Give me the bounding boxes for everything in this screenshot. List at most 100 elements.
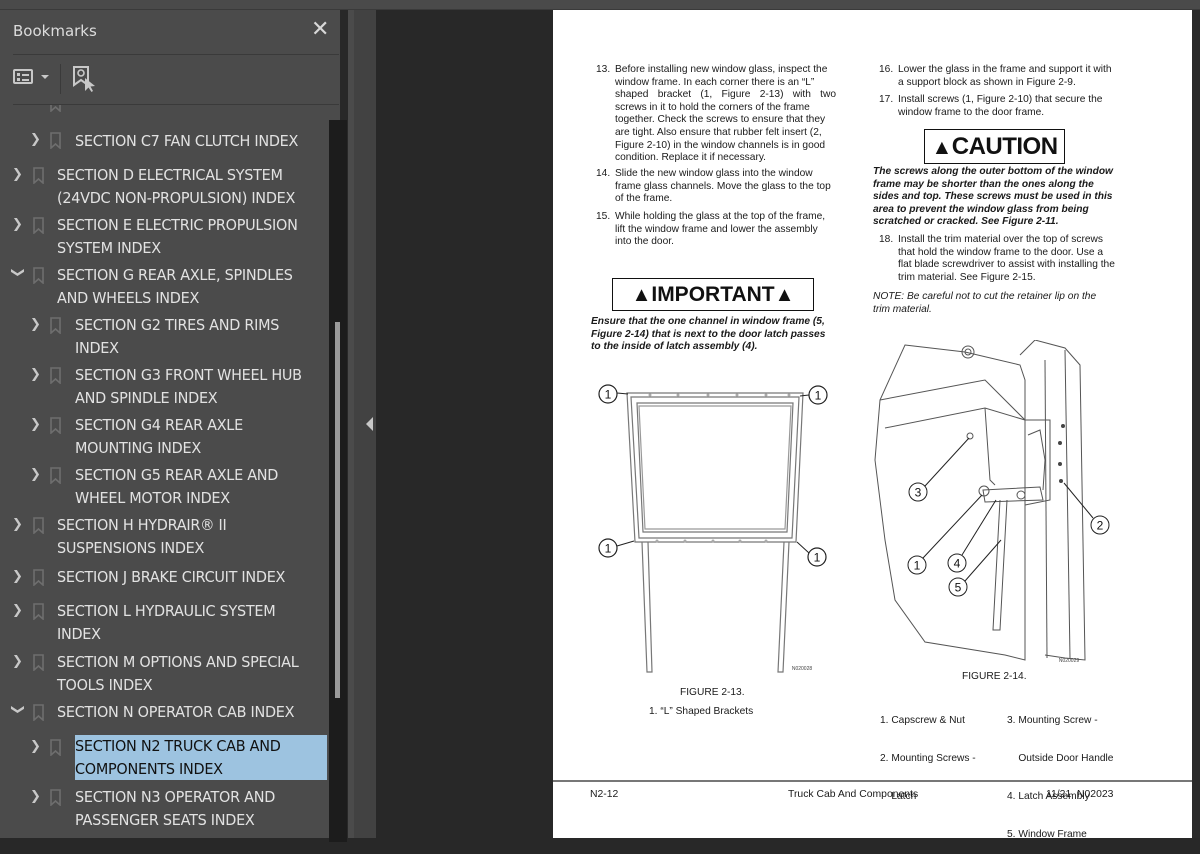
bookmark-icon (50, 467, 61, 484)
bookmark-icon (33, 217, 44, 234)
bookmark-label: SECTION N OPERATOR CAB INDEX (57, 703, 295, 721)
bookmark-icon (33, 517, 44, 534)
figure-id: N020029 (1059, 658, 1080, 664)
step-text: Lower the glass in the frame and support… (898, 64, 1112, 88)
svg-text:4: 4 (954, 557, 961, 571)
bookmark-label: SECTION E ELECTRIC PROPULSION SYSTEM INDE… (57, 216, 298, 257)
bookmark-label: SECTION G3 FRONT WHEEL HUB AND SPINDLE IN… (75, 366, 302, 407)
chevron-right-icon[interactable]: ❯ (30, 740, 44, 754)
step-number: 16. (879, 64, 894, 75)
step-number: 17. (879, 94, 894, 105)
bookmark-label: SECTION J BRAKE CIRCUIT INDEX (57, 568, 286, 586)
panel-splitter[interactable] (348, 10, 376, 838)
bookmark-item-g5[interactable]: ❯ SECTION G5 REAR AXLE AND WHEEL MOTOR IN… (0, 463, 330, 509)
bookmark-label: SECTION L HYDRAULIC SYSTEM INDEX (57, 602, 276, 643)
bookmark-item-g2[interactable]: ❯ SECTION G2 TIRES AND RIMS INDEX (0, 313, 330, 359)
chevron-right-icon[interactable]: ❯ (30, 318, 44, 332)
bookmark-label: SECTION G5 REAR AXLE AND WHEEL MOTOR INDE… (75, 466, 279, 507)
step-text: Install the trim material over the top o… (898, 234, 1115, 283)
bookmark-label: SECTION G REAR AXLE, SPINDLES AND WHEELS … (57, 266, 293, 307)
bookmarks-scrollbar-thumb[interactable] (335, 322, 340, 698)
figure-2-13-legend: 1. “L” Shaped Brackets (649, 706, 754, 717)
bookmark-item-h[interactable]: ❯ SECTION H HYDRAIR® II SUSPENSIONS INDEX (0, 513, 330, 559)
chevron-right-icon[interactable]: ❯ (30, 468, 44, 482)
chevron-right-icon[interactable]: ❯ (12, 655, 26, 669)
step-number: 18. (879, 234, 894, 245)
chevron-right-icon[interactable]: ❯ (30, 133, 44, 147)
step-number: 14. (596, 168, 611, 179)
bookmark-item-n[interactable]: ❯ SECTION N OPERATOR CAB INDEX (0, 700, 330, 726)
figure-2-14-legend-right: 3. Mounting Screw - Outside Door Handle … (1007, 715, 1114, 840)
bookmark-item-g[interactable]: ❯ SECTION G REAR AXLE, SPINDLES AND WHEEL… (0, 263, 330, 309)
caution-callout: ▲CAUTION (924, 129, 1065, 164)
bookmark-icon (50, 739, 61, 756)
bookmark-options-button[interactable] (13, 67, 53, 91)
chevron-right-icon[interactable]: ❯ (30, 418, 44, 432)
bookmark-tree: ❯ SECTION C7 FAN CLUTCH INDEX ❯ SECTION … (0, 105, 330, 838)
chevron-right-icon[interactable]: ❯ (12, 218, 26, 232)
svg-text:2: 2 (1097, 519, 1104, 533)
figure-2-13-caption: FIGURE 2-13. (680, 687, 745, 698)
step-text: Install screws (1, Figure 2-10) that sec… (898, 94, 1103, 118)
chevron-down-icon (41, 75, 49, 79)
chevron-right-icon[interactable]: ❯ (30, 790, 44, 804)
callout-1: 1 (796, 541, 827, 567)
svg-text:3: 3 (915, 486, 922, 500)
toolbar-divider (60, 64, 61, 94)
callout-4: 4 (947, 499, 997, 573)
divider (13, 54, 339, 55)
chevron-right-icon[interactable]: ❯ (12, 570, 26, 584)
chevron-down-icon[interactable]: ❯ (10, 704, 25, 718)
close-icon[interactable]: ✕ (311, 19, 329, 41)
bookmark-item-n3[interactable]: ❯ SECTION N3 OPERATOR AND PASSENGER SEATS… (0, 785, 330, 831)
chevron-right-icon[interactable]: ❯ (30, 368, 44, 382)
svg-text:1: 1 (605, 542, 612, 556)
top-toolbar-strip (0, 0, 1200, 10)
bookmark-label: SECTION G4 REAR AXLE MOUNTING INDEX (75, 416, 243, 457)
step-number: 15. (596, 211, 611, 222)
svg-text:5: 5 (955, 581, 962, 595)
bookmark-item-partial[interactable] (0, 105, 330, 113)
bookmark-icon (33, 603, 44, 620)
triangle-left-icon[interactable] (366, 417, 373, 431)
bookmarks-scrollbar[interactable] (329, 120, 347, 842)
bookmark-item-e[interactable]: ❯ SECTION E ELECTRIC PROPULSION SYSTEM IN… (0, 213, 330, 259)
bookmark-item-g4[interactable]: ❯ SECTION G4 REAR AXLE MOUNTING INDEX (0, 413, 330, 459)
footer-section-title: Truck Cab And Components (788, 789, 919, 800)
bookmark-icon (33, 267, 44, 284)
callout-2: 2 (1063, 482, 1110, 535)
bookmark-label-selected: SECTION N2 TRUCK CAB AND COMPONENTS INDEX (75, 735, 328, 780)
callout-3: 3 (908, 437, 970, 502)
figure-2-14-caption: FIGURE 2-14. (962, 671, 1027, 682)
chevron-down-icon[interactable]: ❯ (10, 267, 25, 281)
figure-id: N020028 (792, 666, 813, 672)
chevron-right-icon[interactable]: ❯ (12, 168, 26, 182)
callout-1: 1 (799, 385, 828, 405)
bookmark-item-l[interactable]: ❯ SECTION L HYDRAULIC SYSTEM INDEX (0, 599, 330, 645)
bookmark-label: SECTION N3 OPERATOR AND PASSENGER SEATS I… (75, 788, 276, 829)
bookmark-item-n2-selected[interactable]: ❯ SECTION N2 TRUCK CAB AND COMPONENTS IND… (0, 735, 330, 781)
bookmark-item-m[interactable]: ❯ SECTION M OPTIONS AND SPECIAL TOOLS IND… (0, 650, 330, 696)
find-current-bookmark-icon (73, 66, 95, 92)
warning-triangle-icon: ▲ (931, 136, 952, 159)
svg-text:1: 1 (914, 559, 921, 573)
bookmark-item-g3[interactable]: ❯ SECTION G3 FRONT WHEEL HUB AND SPINDLE … (0, 363, 330, 409)
bookmark-item-j[interactable]: ❯ SECTION J BRAKE CIRCUIT INDEX (0, 565, 330, 591)
viewer-edge (1192, 10, 1200, 838)
important-callout: ▲IMPORTANT▲ (612, 278, 814, 311)
step-text: While holding the glass at the top of th… (615, 211, 826, 248)
svg-text:1: 1 (815, 389, 822, 403)
footer-page-number: N2-12 (590, 789, 619, 800)
bookmark-icon (33, 704, 44, 721)
chevron-right-icon[interactable]: ❯ (12, 518, 26, 532)
bookmark-label: SECTION D ELECTRICAL SYSTEM (24VDC NON-PR… (57, 166, 296, 207)
bookmark-icon (50, 132, 61, 149)
bookmark-icon (50, 367, 61, 384)
bookmark-label: SECTION H HYDRAIR® II SUSPENSIONS INDEX (57, 516, 227, 557)
bookmark-item-d[interactable]: ❯ SECTION D ELECTRICAL SYSTEM (24VDC NON-… (0, 163, 330, 209)
find-current-bookmark-button[interactable] (72, 65, 98, 93)
chevron-right-icon[interactable]: ❯ (12, 604, 26, 618)
bookmarks-panel: Bookmarks ✕ ❯ SECTION C7 FAN CLUTCH INDE… (0, 10, 347, 842)
bookmark-item-c7[interactable]: ❯ SECTION C7 FAN CLUTCH INDEX (0, 127, 330, 153)
footer-revision: 11/21 N02023 (1046, 789, 1114, 800)
